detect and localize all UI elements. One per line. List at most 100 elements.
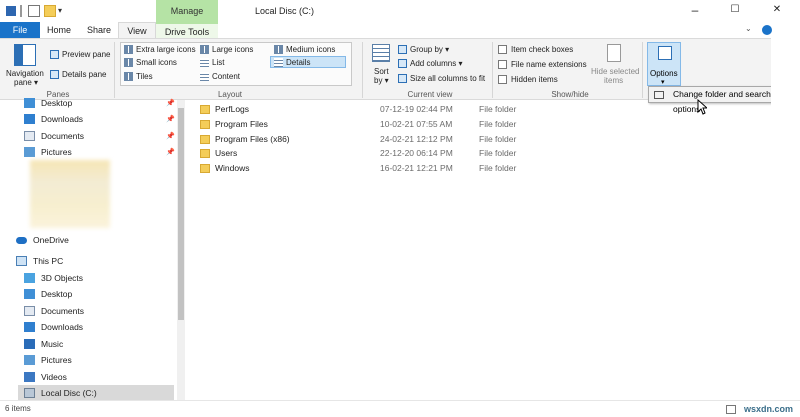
extra-large-icons-option[interactable]: Extra large icons <box>124 44 196 55</box>
size-columns-icon <box>398 74 407 83</box>
properties-icon[interactable] <box>28 5 40 17</box>
preview-pane-button[interactable]: Preview pane <box>50 49 110 60</box>
videos-icon <box>24 372 35 382</box>
help-icon[interactable] <box>762 25 772 35</box>
hidden-items-toggle[interactable]: Hidden items <box>498 74 558 85</box>
list-option[interactable]: List <box>200 57 224 68</box>
cloud-icon <box>16 236 27 244</box>
tiles-option[interactable]: Tiles <box>124 71 153 82</box>
toolbar-separator <box>20 5 22 17</box>
file-type: File folder <box>479 119 517 129</box>
folder-icon <box>200 119 210 129</box>
tab-home[interactable]: Home <box>42 22 76 38</box>
nav-item-pictures-quick[interactable]: Pictures <box>24 144 174 160</box>
pin-icon: 📌 <box>166 133 175 140</box>
details-option[interactable]: Details <box>274 57 310 68</box>
file-date: 24-02-21 12:12 PM <box>380 134 453 144</box>
title-bar: ▾ Manage Local Disc (C:) – ☐ ✕ <box>0 0 800 22</box>
folder-options-icon <box>654 91 664 99</box>
file-name: PerfLogs <box>215 104 250 114</box>
maximize-button[interactable]: ☐ <box>720 0 750 22</box>
pictures-icon <box>24 147 35 157</box>
nav-item-pictures[interactable]: Pictures <box>24 352 174 368</box>
hide-selected-items-icon[interactable] <box>607 44 621 62</box>
hidden-items-checkbox[interactable] <box>498 75 507 84</box>
nav-item-3d-objects[interactable]: 3D Objects <box>24 270 174 286</box>
sort-by-icon[interactable] <box>372 44 390 62</box>
small-icons-option[interactable]: Small icons <box>124 57 177 68</box>
nav-item-local-disc[interactable]: Local Disc (C:) <box>18 385 174 401</box>
large-icons-option[interactable]: Large icons <box>200 44 253 55</box>
close-button[interactable]: ✕ <box>762 0 792 22</box>
expand-ribbon-icon[interactable]: ⌄ <box>745 24 752 33</box>
nav-item-desktop[interactable]: Desktop <box>24 286 174 302</box>
nav-item-videos[interactable]: Videos <box>24 369 174 385</box>
nav-item-downloads-quick[interactable]: Downloads <box>24 111 174 127</box>
ribbon-separator <box>492 42 493 98</box>
hide-selected-items-button-line2[interactable]: items <box>604 75 623 86</box>
nav-item-documents[interactable]: Documents <box>24 303 174 319</box>
file-row[interactable]: Program Files (x86) 24-02-21 12:12 PM File… <box>200 132 600 146</box>
file-type: File folder <box>479 148 517 158</box>
tab-view[interactable]: View <box>118 22 156 38</box>
file-type: File folder <box>479 134 517 144</box>
options-arrow-icon: ▾ <box>661 79 665 86</box>
group-by-icon <box>398 45 407 54</box>
tiles-icon <box>124 72 133 81</box>
blurred-content <box>30 160 110 228</box>
folder-icon <box>200 134 210 144</box>
nav-item-documents-quick[interactable]: Documents <box>24 128 174 144</box>
minimize-button[interactable]: – <box>680 0 710 22</box>
details-pane-button[interactable]: Details pane <box>50 69 106 80</box>
details-view-icon[interactable] <box>726 405 736 414</box>
medium-icons-option[interactable]: Medium icons <box>274 44 335 55</box>
details-icon <box>274 58 283 67</box>
explorer-app-icon[interactable] <box>6 6 16 16</box>
new-folder-icon[interactable] <box>44 5 56 17</box>
file-name-extensions-toggle[interactable]: File name extensions <box>498 59 587 70</box>
current-view-group-label: Current view <box>407 90 453 99</box>
pin-icon: 📌 <box>166 149 175 156</box>
navigation-pane-icon[interactable] <box>14 44 36 66</box>
options-label: Options <box>650 69 678 78</box>
customize-quick-access-icon[interactable]: ▾ <box>58 5 66 17</box>
size-all-columns-button[interactable]: Size all columns to fit <box>398 73 485 84</box>
file-name-extensions-checkbox[interactable] <box>498 60 507 69</box>
navigation-scrollbar-thumb[interactable] <box>178 108 184 320</box>
mouse-cursor-icon <box>697 99 707 115</box>
sort-by-button-line2[interactable]: by ▾ <box>374 75 389 86</box>
show-hide-group-label: Show/hide <box>551 90 589 99</box>
folder-icon <box>200 163 210 173</box>
manage-context-tab-header[interactable]: Manage <box>156 0 218 22</box>
nav-item-this-pc[interactable]: This PC <box>16 253 174 269</box>
file-row[interactable]: PerfLogs 07-12-19 02:44 PM File folder <box>200 102 600 116</box>
file-date: 10-02-21 07:55 AM <box>380 119 453 129</box>
preview-pane-icon <box>50 50 59 59</box>
small-icons-icon <box>124 58 133 67</box>
tab-drive-tools[interactable]: Drive Tools <box>156 22 218 38</box>
group-by-button[interactable]: Group by ▾ <box>398 44 449 55</box>
file-row[interactable]: Program Files 10-02-21 07:55 AM File folde… <box>200 117 600 131</box>
file-date: 07-12-19 02:44 PM <box>380 104 453 114</box>
folder-icon <box>200 148 210 158</box>
nav-item-music[interactable]: Music <box>24 336 174 352</box>
item-check-boxes-checkbox[interactable] <box>498 45 507 54</box>
documents-icon <box>24 306 35 316</box>
add-columns-button[interactable]: Add columns ▾ <box>398 58 462 69</box>
main-scrollbar-area <box>771 38 800 400</box>
options-icon <box>658 46 672 60</box>
options-button[interactable]: Options ▾ <box>647 42 681 86</box>
navigation-pane-button-line2[interactable]: pane ▾ <box>14 77 38 88</box>
file-row[interactable]: Users 22-12-20 06:14 PM File folder <box>200 146 600 160</box>
file-row[interactable]: Windows 16-02-21 12:21 PM File folder <box>200 161 600 175</box>
desktop-icon <box>24 98 35 108</box>
status-bar: 6 items wsxdn.com <box>0 400 800 417</box>
tab-share[interactable]: Share <box>80 22 118 38</box>
tab-file[interactable]: File <box>0 22 40 38</box>
3d-objects-icon <box>24 273 35 283</box>
item-check-boxes-toggle[interactable]: Item check boxes <box>498 44 573 55</box>
nav-item-downloads[interactable]: Downloads <box>24 319 174 335</box>
content-option[interactable]: Content <box>200 71 240 82</box>
nav-item-onedrive[interactable]: OneDrive <box>16 232 174 248</box>
nav-item-desktop-quick[interactable]: Desktop <box>24 95 174 111</box>
